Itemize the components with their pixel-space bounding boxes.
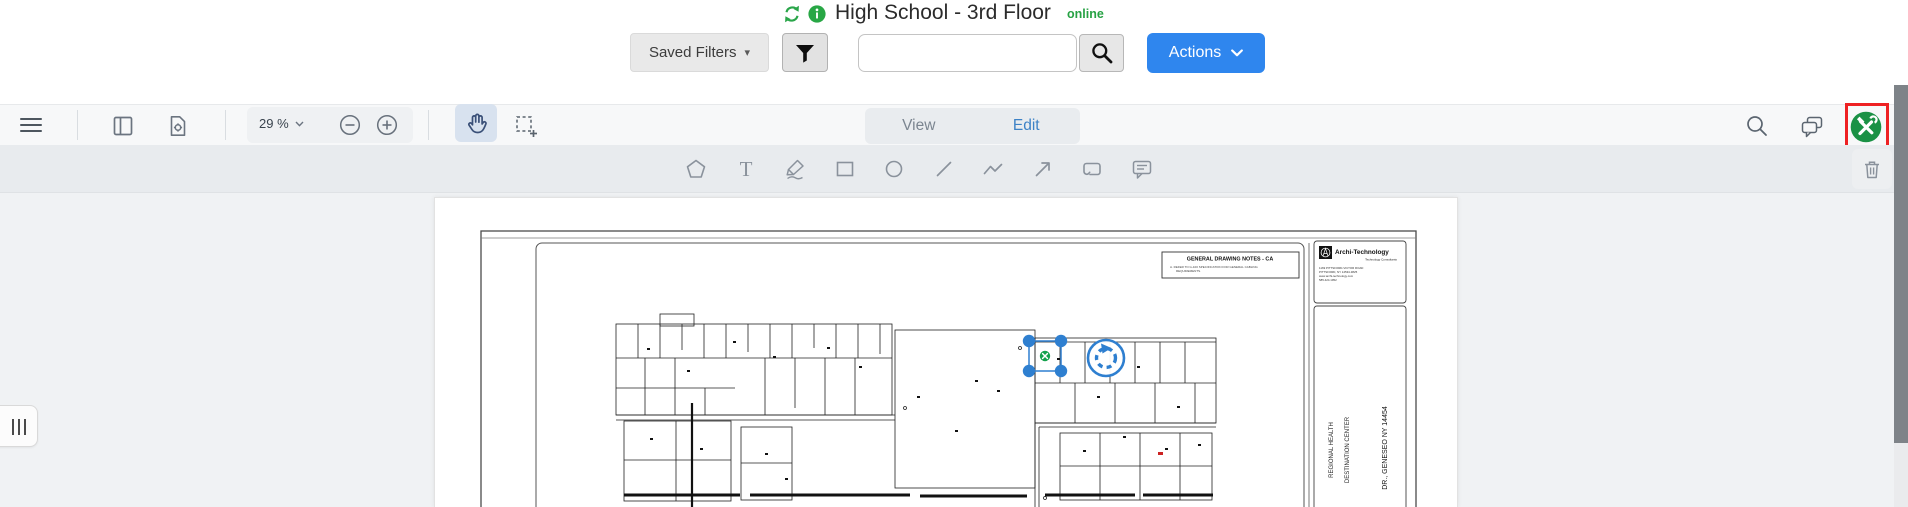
selected-annotation[interactable] xyxy=(1022,334,1068,378)
svg-text:585.424.1952: 585.424.1952 xyxy=(1319,278,1337,282)
resize-handle-ne xyxy=(1054,334,1068,348)
app-window: High School - 3rd Floor online Saved Fil… xyxy=(0,0,1908,507)
line-icon xyxy=(936,161,952,177)
pan-tool-button-active[interactable] xyxy=(455,104,497,142)
circle-icon xyxy=(885,160,903,178)
zoom-level: 29 % xyxy=(259,116,289,131)
resize-handle-sw xyxy=(1022,364,1036,378)
header: High School - 3rd Floor online Saved Fil… xyxy=(0,0,1908,104)
left-panel-handle[interactable] xyxy=(0,405,38,447)
comments-button[interactable] xyxy=(1799,114,1825,140)
drawing-canvas[interactable]: GENERAL DRAWING NOTES - CA A. REFER TO G… xyxy=(0,193,1908,507)
minus-circle-icon xyxy=(339,114,361,136)
divider xyxy=(428,110,429,140)
comment-tool-button[interactable] xyxy=(1130,157,1154,181)
chevron-down-icon xyxy=(1231,49,1244,57)
text-icon: T xyxy=(740,157,753,181)
tab-view[interactable]: View xyxy=(865,108,973,144)
side-panel-icon xyxy=(113,116,133,136)
zoom-level-dropdown[interactable]: 29 % xyxy=(259,116,304,131)
polyline-tool-button[interactable] xyxy=(981,157,1005,181)
svg-text:T: T xyxy=(740,157,753,181)
grip-bar xyxy=(18,419,20,435)
comments-icon xyxy=(1801,116,1823,138)
zoom-controls: 29 % xyxy=(247,107,413,143)
general-notes-block: GENERAL DRAWING NOTES - CA A. REFER TO G… xyxy=(1161,251,1300,279)
delete-annotation-button[interactable] xyxy=(1852,149,1892,189)
red-plan-marker xyxy=(1158,452,1163,455)
resize-handle-nw xyxy=(1022,334,1036,348)
hamburger-icon xyxy=(20,118,42,132)
page-settings-button[interactable] xyxy=(166,114,190,138)
comment-bubble-icon xyxy=(1132,160,1152,179)
marquee-select-icon xyxy=(516,116,537,137)
polygon-tool-button[interactable] xyxy=(684,157,708,181)
search-button[interactable] xyxy=(1079,34,1124,72)
svg-text:REQUIREMENTS.: REQUIREMENTS. xyxy=(1176,269,1201,273)
actions-label: Actions xyxy=(1168,44,1222,61)
zoom-out-button[interactable] xyxy=(339,114,361,136)
refresh-icon[interactable] xyxy=(782,4,802,24)
hand-icon xyxy=(468,113,487,134)
document-gear-icon xyxy=(170,116,186,136)
rectangle-icon xyxy=(836,161,854,177)
ellipse-tool-button[interactable] xyxy=(882,157,906,181)
info-icon[interactable] xyxy=(807,4,827,24)
title-block: Archi-Technology Technology Consultants … xyxy=(1313,240,1407,507)
zoom-in-button[interactable] xyxy=(376,114,398,136)
trash-icon xyxy=(1865,161,1879,179)
rectangle-tool-button[interactable] xyxy=(833,157,857,181)
funnel-icon xyxy=(796,44,814,63)
cloud-tool-button[interactable] xyxy=(1080,157,1104,181)
menu-button[interactable] xyxy=(20,116,42,134)
pen-tool-button[interactable] xyxy=(783,157,807,181)
search-icon xyxy=(1747,116,1767,136)
grip-bar xyxy=(12,419,14,435)
svg-text:DESTINATION CENTER: DESTINATION CENTER xyxy=(1345,416,1351,483)
text-tool-button[interactable]: T xyxy=(734,157,758,181)
arrow-tool-button[interactable] xyxy=(1031,157,1055,181)
svg-text:Technology Consultants: Technology Consultants xyxy=(1365,258,1397,262)
pen-icon xyxy=(786,159,804,180)
annotation-toolbar: T xyxy=(0,145,1908,193)
divider xyxy=(225,110,226,140)
sidebar-panel-button[interactable] xyxy=(111,114,135,138)
svg-text:Archi-Technology: Archi-Technology xyxy=(1335,249,1389,256)
crossed-tools-icon xyxy=(1850,111,1882,143)
tab-edit[interactable]: Edit xyxy=(973,108,1081,144)
filter-button[interactable] xyxy=(782,33,828,72)
floor-plan-sheet: GENERAL DRAWING NOTES - CA A. REFER TO G… xyxy=(480,230,1417,507)
floor-plan xyxy=(615,313,1217,507)
loading-spinner xyxy=(1086,338,1126,378)
svg-text:REGIONAL HEALTH: REGIONAL HEALTH xyxy=(1329,422,1335,478)
equipment-tools-button[interactable] xyxy=(1850,111,1882,143)
line-tool-button[interactable] xyxy=(932,157,956,181)
grip-bar xyxy=(24,419,26,435)
search-input[interactable] xyxy=(858,34,1077,72)
polyline-icon xyxy=(983,163,1003,175)
search-drawing-button[interactable] xyxy=(1744,113,1770,139)
divider xyxy=(77,110,78,140)
magnifier-icon xyxy=(1091,43,1112,64)
plus-circle-icon xyxy=(376,114,398,136)
drawing-page[interactable]: GENERAL DRAWING NOTES - CA A. REFER TO G… xyxy=(434,197,1458,507)
actions-button[interactable]: Actions xyxy=(1147,33,1265,73)
svg-text:DR., GENESEO NY 14454: DR., GENESEO NY 14454 xyxy=(1382,406,1389,490)
status-badge: online xyxy=(1067,7,1104,21)
saved-filters-label: Saved Filters xyxy=(648,44,737,61)
chevron-down-icon: ▾ xyxy=(744,47,751,59)
vertical-scrollbar[interactable] xyxy=(1894,85,1908,507)
page-title: High School - 3rd Floor xyxy=(835,1,1051,24)
view-edit-toggle: View Edit xyxy=(865,108,1080,144)
scrollbar-thumb[interactable] xyxy=(1894,85,1908,443)
viewer-toolbar: 29 % View Edit xyxy=(0,103,1908,149)
saved-filters-dropdown[interactable]: Saved Filters ▾ xyxy=(630,33,769,72)
arrow-icon xyxy=(1035,162,1050,177)
pentagon-icon xyxy=(686,159,706,178)
cloud-rect-icon xyxy=(1083,162,1101,176)
chevron-down-icon xyxy=(295,121,304,127)
marquee-select-button[interactable] xyxy=(513,113,539,139)
resize-handle-se xyxy=(1054,364,1068,378)
svg-text:GENERAL DRAWING NOTES - CA: GENERAL DRAWING NOTES - CA xyxy=(1187,257,1274,263)
